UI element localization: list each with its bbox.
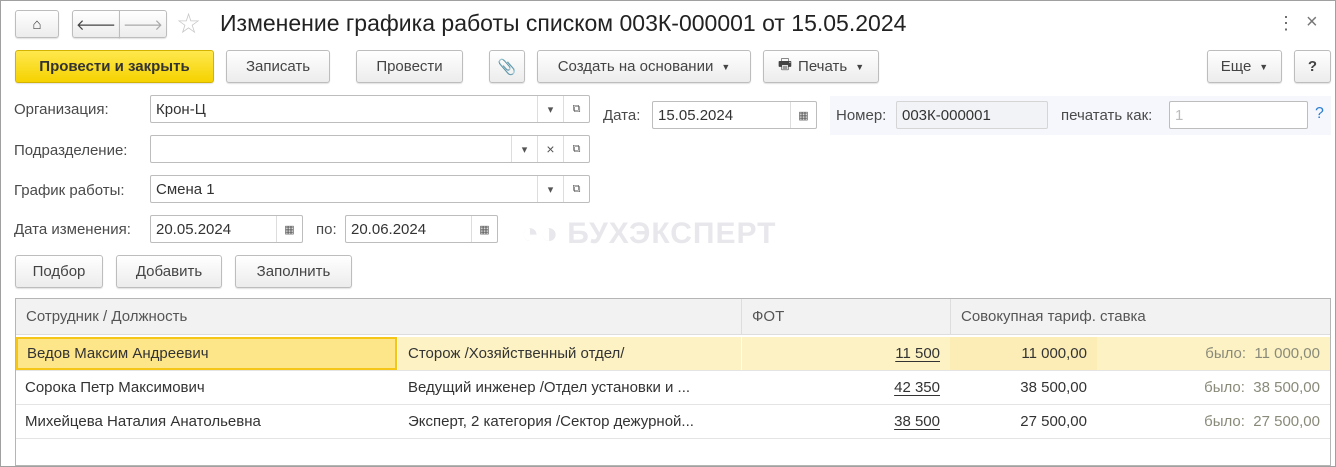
- calendar-icon[interactable]: ▦: [471, 216, 497, 242]
- fot-value[interactable]: 11 500: [741, 337, 950, 370]
- arrow-right-icon: 🡒: [122, 16, 164, 34]
- change-date-label: Дата изменения:: [14, 221, 131, 238]
- fot-value[interactable]: 42 350: [741, 371, 950, 404]
- pick-button[interactable]: Подбор: [15, 255, 103, 288]
- document-window: ⌂ 🡐 🡒 ☆ Изменение графика работы списком…: [0, 0, 1336, 467]
- date-field[interactable]: 15.05.2024 ▦: [652, 101, 817, 129]
- employee-position[interactable]: Сторож /Хозяйственный отдел/: [398, 337, 741, 370]
- table-row[interactable]: Сорока Петр Максимович Ведущий инженер /…: [16, 371, 1330, 405]
- employee-name[interactable]: Сорока Петр Максимович: [16, 371, 397, 404]
- header-rate[interactable]: Совокупная тариф. ставка: [950, 299, 1330, 335]
- back-button[interactable]: 🡐: [72, 10, 120, 38]
- paperclip-icon: 📎: [497, 58, 517, 76]
- org-label: Организация:: [14, 101, 109, 118]
- printer-icon: 🖶: [777, 56, 793, 73]
- dropdown-icon: ▼: [721, 61, 731, 72]
- employees-table: Сотрудник / Должность ФОТ Совокупная тар…: [15, 298, 1331, 466]
- dropdown-icon[interactable]: ▾: [511, 136, 537, 162]
- more-button[interactable]: Еще ▼: [1207, 50, 1282, 83]
- forward-button[interactable]: 🡒: [119, 10, 167, 38]
- more-vertical-icon[interactable]: ⋮: [1277, 13, 1295, 34]
- fot-link[interactable]: 38 500: [894, 413, 940, 430]
- fill-button[interactable]: Заполнить: [235, 255, 352, 288]
- page-title: Изменение графика работы списком 003К-00…: [220, 10, 907, 36]
- help-button[interactable]: ?: [1294, 50, 1331, 83]
- clear-icon[interactable]: ×: [537, 136, 563, 162]
- open-icon[interactable]: ⧉: [563, 96, 589, 122]
- header-employee[interactable]: Сотрудник / Должность: [16, 299, 741, 335]
- close-icon[interactable]: ×: [1306, 11, 1318, 34]
- change-date-field[interactable]: 20.05.2024 ▦: [150, 215, 303, 243]
- open-icon[interactable]: ⧉: [563, 176, 589, 202]
- favorite-star-icon[interactable]: ☆: [176, 7, 201, 40]
- post-and-close-button[interactable]: Провести и закрыть: [15, 50, 214, 83]
- employee-position[interactable]: Эксперт, 2 категория /Сектор дежурной...: [398, 405, 741, 438]
- add-button[interactable]: Добавить: [116, 255, 222, 288]
- number-label: Номер:: [836, 107, 887, 124]
- employee-name[interactable]: Михейцева Наталия Анатольевна: [16, 405, 397, 438]
- fot-link[interactable]: 42 350: [894, 379, 940, 396]
- dept-field[interactable]: ▾ × ⧉: [150, 135, 590, 163]
- employee-name[interactable]: Ведов Максим Андреевич: [16, 337, 397, 370]
- dropdown-icon: ▼: [855, 61, 865, 72]
- to-date-value: 20.06.2024: [351, 220, 427, 238]
- date-value: 15.05.2024: [658, 106, 734, 124]
- attach-button[interactable]: 📎: [489, 50, 525, 83]
- print-as-label: печатать как:: [1061, 107, 1153, 124]
- previous-rate: было: 11 000,00: [1097, 337, 1330, 370]
- to-date-field[interactable]: 20.06.2024 ▦: [345, 215, 498, 243]
- home-icon: ⌂: [32, 15, 42, 33]
- previous-rate: было: 38 500,00: [1204, 379, 1320, 396]
- open-icon[interactable]: ⧉: [563, 136, 589, 162]
- create-based-on-button[interactable]: Создать на основании ▼: [537, 50, 751, 83]
- rate-value[interactable]: 38 500,00: [950, 371, 1097, 404]
- create-based-label: Создать на основании: [557, 58, 714, 75]
- print-button[interactable]: 🖶 Печать ▼: [763, 50, 879, 83]
- employee-position[interactable]: Ведущий инженер /Отдел установки и ...: [398, 371, 741, 404]
- schedule-value: Смена 1: [156, 180, 215, 198]
- dropdown-icon[interactable]: ▾: [537, 176, 563, 202]
- table-row[interactable]: Михейцева Наталия Анатольевна Эксперт, 2…: [16, 405, 1330, 439]
- fot-link[interactable]: 11 500: [895, 345, 940, 362]
- to-label: по:: [316, 221, 337, 238]
- dept-label: Подразделение:: [14, 142, 128, 159]
- post-button[interactable]: Провести: [356, 50, 463, 83]
- header-fot[interactable]: ФОТ: [741, 299, 950, 335]
- previous-rate: было: 27 500,00: [1204, 413, 1320, 430]
- number-field[interactable]: 003К-000001: [896, 101, 1048, 129]
- save-button[interactable]: Записать: [226, 50, 330, 83]
- date-label: Дата:: [603, 107, 641, 124]
- schedule-field[interactable]: Смена 1 ▾ ⧉: [150, 175, 590, 203]
- print-label: Печать: [798, 58, 848, 75]
- home-button[interactable]: ⌂: [15, 10, 59, 38]
- rate-value[interactable]: 27 500,00: [950, 405, 1097, 438]
- help-link[interactable]: ?: [1315, 105, 1324, 123]
- print-as-field[interactable]: 1: [1169, 101, 1308, 129]
- arrow-left-icon: 🡐: [75, 16, 117, 34]
- fot-value[interactable]: 38 500: [741, 405, 950, 438]
- watermark-logo: ◔◑ БУХЭКСПЕРТ: [521, 217, 777, 250]
- calendar-icon[interactable]: ▦: [790, 102, 816, 128]
- dropdown-icon: ▼: [1259, 61, 1269, 72]
- change-date-value: 20.05.2024: [156, 220, 232, 238]
- schedule-label: График работы:: [14, 182, 125, 199]
- dropdown-icon[interactable]: ▾: [537, 96, 563, 122]
- calendar-icon[interactable]: ▦: [276, 216, 302, 242]
- rate-value[interactable]: 11 000,00: [950, 337, 1097, 370]
- more-label: Еще: [1220, 58, 1252, 75]
- org-value: Крон-Ц: [156, 100, 206, 118]
- table-row[interactable]: Ведов Максим Андреевич Сторож /Хозяйстве…: [16, 337, 1330, 371]
- org-field[interactable]: Крон-Ц ▾ ⧉: [150, 95, 590, 123]
